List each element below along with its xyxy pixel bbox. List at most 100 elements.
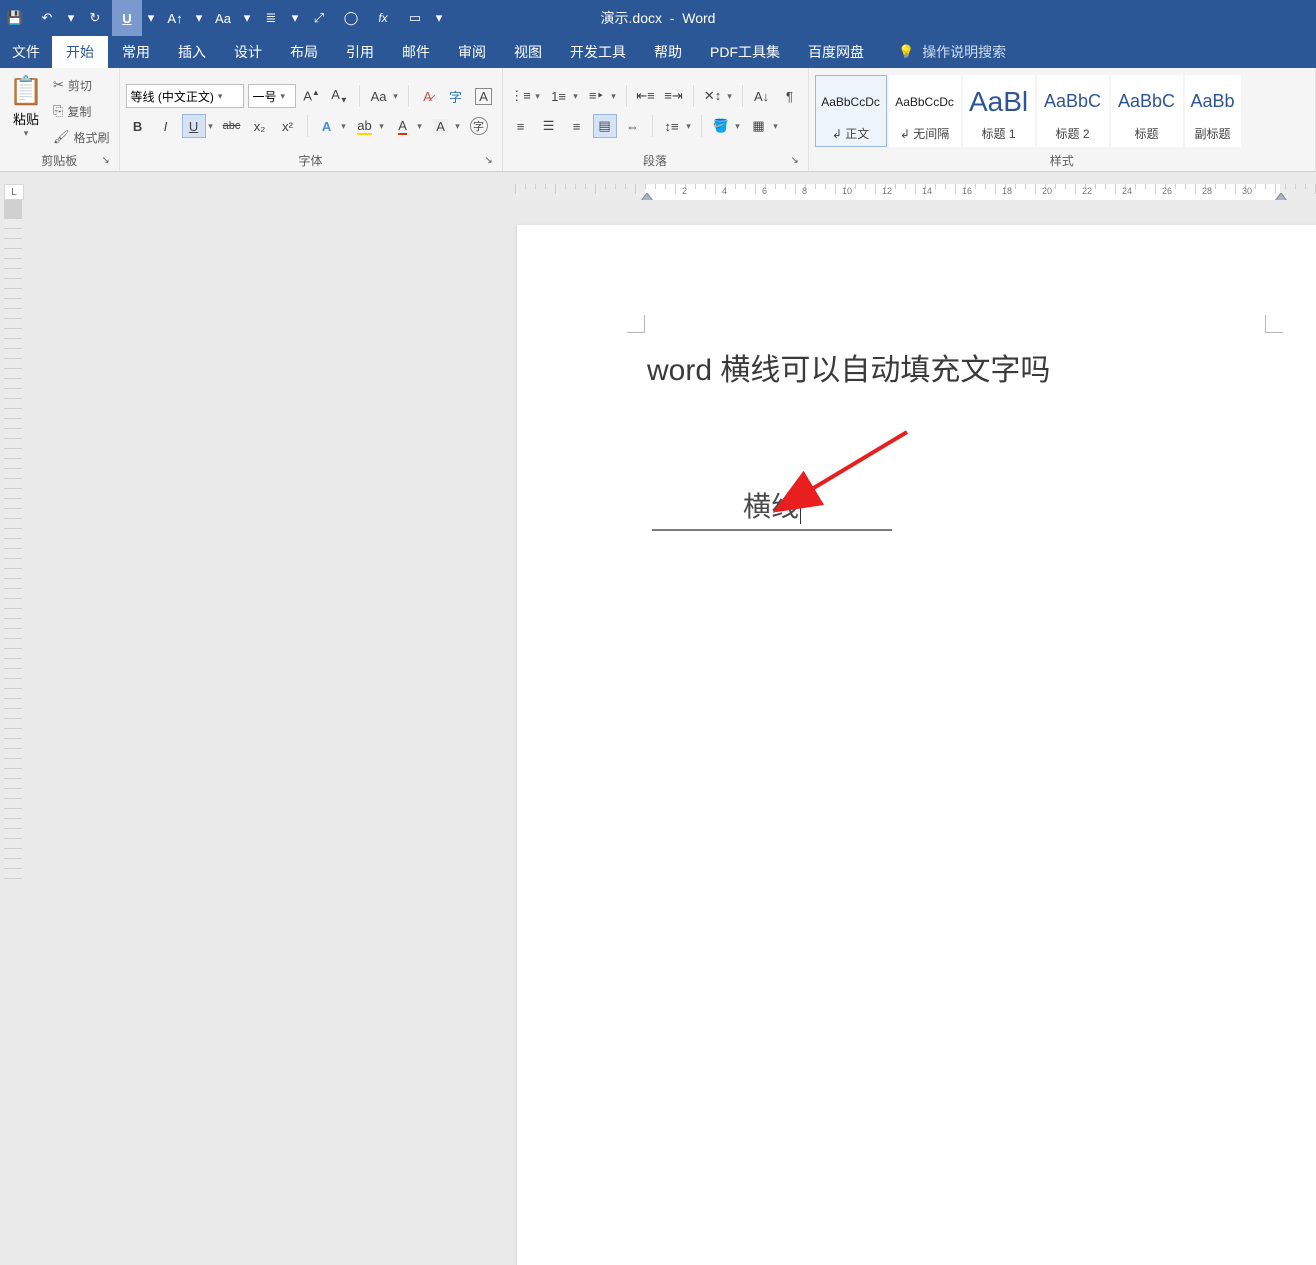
qat-customize[interactable]: ▾ [432,0,446,36]
shrink-font-button[interactable]: A▼ [328,84,352,108]
multilevel-button[interactable]: ≡‣▾ [585,84,619,108]
char-shading-button[interactable]: A▾ [429,114,463,138]
grow-font-button[interactable]: A▲ [300,84,324,108]
tab-review[interactable]: 审阅 [444,36,500,68]
highlight-button[interactable]: ab▾ [353,114,387,138]
qat-undo[interactable]: ↶ [32,0,62,36]
font-dialog-launcher[interactable]: ↘ [482,155,496,169]
qat-more-2[interactable]: ▾ [240,0,254,36]
group-label-font: 字体 ↘ [126,150,496,169]
style-heading1[interactable]: AaBl 标题 1 [963,75,1035,147]
font-size-combo[interactable]: 一号▾ [248,84,296,108]
enclose-char-button[interactable]: 字 [467,114,491,138]
bold-button[interactable]: B [126,114,150,138]
qat-underline-more[interactable]: ▾ [144,0,158,36]
qat-more-1[interactable]: ▾ [192,0,206,36]
style-preview: AaBl [969,78,1028,125]
clipboard-dialog-launcher[interactable]: ↘ [99,155,113,169]
separator [701,115,702,137]
style-nospacing[interactable]: AaBbCcDc ↲ 无间隔 [889,75,961,147]
tab-insert[interactable]: 插入 [164,36,220,68]
qat-object[interactable]: ▭ [400,0,430,36]
paste-button[interactable]: 📋 粘贴 ▾ [6,72,46,150]
qat-more-3[interactable]: ▾ [288,0,302,36]
paste-label: 粘贴 [13,109,39,128]
tell-me-search[interactable]: 💡 操作说明搜索 [898,36,1006,68]
style-normal[interactable]: AaBbCcDc ↲ 正文 [815,75,887,147]
document-canvas[interactable]: word 横线可以自动填充文字吗 横线 [22,200,1316,880]
strike-button[interactable]: abc [220,114,244,138]
tab-help[interactable]: 帮助 [640,36,696,68]
subscript-button[interactable]: x₂ [248,114,272,138]
style-heading2[interactable]: AaBbC 标题 2 [1037,75,1109,147]
asian-layout-icon: ✕↕ [704,88,721,104]
qat-undo-more[interactable]: ▾ [64,0,78,36]
qat-change-case[interactable]: Aa [208,0,238,36]
tab-baidu[interactable]: 百度网盘 [794,36,878,68]
borders-button[interactable]: ▦▾ [747,114,781,138]
style-label: 标题 1 [982,125,1016,142]
change-case-button[interactable]: Aa▾ [367,84,401,108]
char-border-button[interactable]: A [472,84,496,108]
align-right-button[interactable]: ≡ [565,114,589,138]
vertical-ruler[interactable] [4,200,22,880]
align-left-button[interactable]: ≡ [509,114,533,138]
numbering-button[interactable]: 1≡▾ [547,84,581,108]
font-name-combo[interactable]: 等线 (中文正文)▾ [126,84,244,108]
separator [408,85,409,107]
qat-redo[interactable]: ↻ [80,0,110,36]
qat-underline[interactable]: U [112,0,142,36]
copy-button[interactable]: ⎘复制 [50,100,113,122]
style-title[interactable]: AaBbC 标题 [1111,75,1183,147]
style-subtitle[interactable]: AaBb 副标题 [1185,75,1241,147]
qat-expand[interactable]: ⤢ [304,0,334,36]
underline-text-field[interactable]: 横线 [652,485,892,531]
tab-design[interactable]: 设计 [220,36,276,68]
shading-button[interactable]: 🪣▾ [709,114,743,138]
qat-save[interactable]: 💾 [0,0,30,36]
horizontal-ruler[interactable]: 24681012141618202224262830 [515,184,1316,200]
clear-format-button[interactable]: A̷ [416,84,440,108]
style-label: 标题 2 [1056,125,1090,142]
tab-common[interactable]: 常用 [108,36,164,68]
style-preview: AaBb [1191,78,1235,125]
qat-shape[interactable]: ◯ [336,0,366,36]
qat-fx[interactable]: fx [368,0,398,36]
underline-button[interactable]: U▾ [182,114,216,138]
show-marks-button[interactable]: ¶ [778,84,802,108]
tab-layout[interactable]: 布局 [276,36,332,68]
justify-button[interactable]: ▤ [593,114,617,138]
dec-indent-icon: ⇤≡ [636,88,654,104]
asian-layout-button[interactable]: ✕↕▾ [701,84,735,108]
grow-font-icon: A▲ [303,88,320,103]
inc-indent-button[interactable]: ≡⇥ [662,84,686,108]
ruler-tab-selector[interactable]: L [4,184,24,200]
bullets-button[interactable]: ⋮≡▾ [509,84,543,108]
qat-bullets[interactable]: ≣ [256,0,286,36]
tab-file[interactable]: 文件 [0,36,52,68]
superscript-button[interactable]: x² [276,114,300,138]
tab-developer[interactable]: 开发工具 [556,36,640,68]
style-label: 标题 [1135,125,1159,142]
paragraph-dialog-launcher[interactable]: ↘ [788,155,802,169]
tab-home[interactable]: 开始 [52,36,108,68]
font-color-button[interactable]: A▾ [391,114,425,138]
tab-references[interactable]: 引用 [332,36,388,68]
tab-view[interactable]: 视图 [500,36,556,68]
page-1[interactable]: word 横线可以自动填充文字吗 横线 [517,225,1316,1265]
line-spacing-button[interactable]: ↕≡▾ [660,114,694,138]
dec-indent-button[interactable]: ⇤≡ [634,84,658,108]
tab-pdf-tools[interactable]: PDF工具集 [696,36,794,68]
tab-mailings[interactable]: 邮件 [388,36,444,68]
format-painter-button[interactable]: 🖌格式刷 [50,126,113,148]
align-right-icon: ≡ [573,119,581,134]
sort-button[interactable]: A↓ [750,84,774,108]
italic-button[interactable]: I [154,114,178,138]
text-effects-button[interactable]: A▾ [315,114,349,138]
align-center-button[interactable]: ☰ [537,114,561,138]
qat-font-grow[interactable]: A↑ [160,0,190,36]
phonetic-button[interactable]: 字 [444,84,468,108]
distribute-button[interactable]: ⇔ [621,114,645,138]
document-heading[interactable]: word 横线可以自动填充文字吗 [647,345,1267,389]
cut-button[interactable]: ✂剪切 [50,74,113,96]
